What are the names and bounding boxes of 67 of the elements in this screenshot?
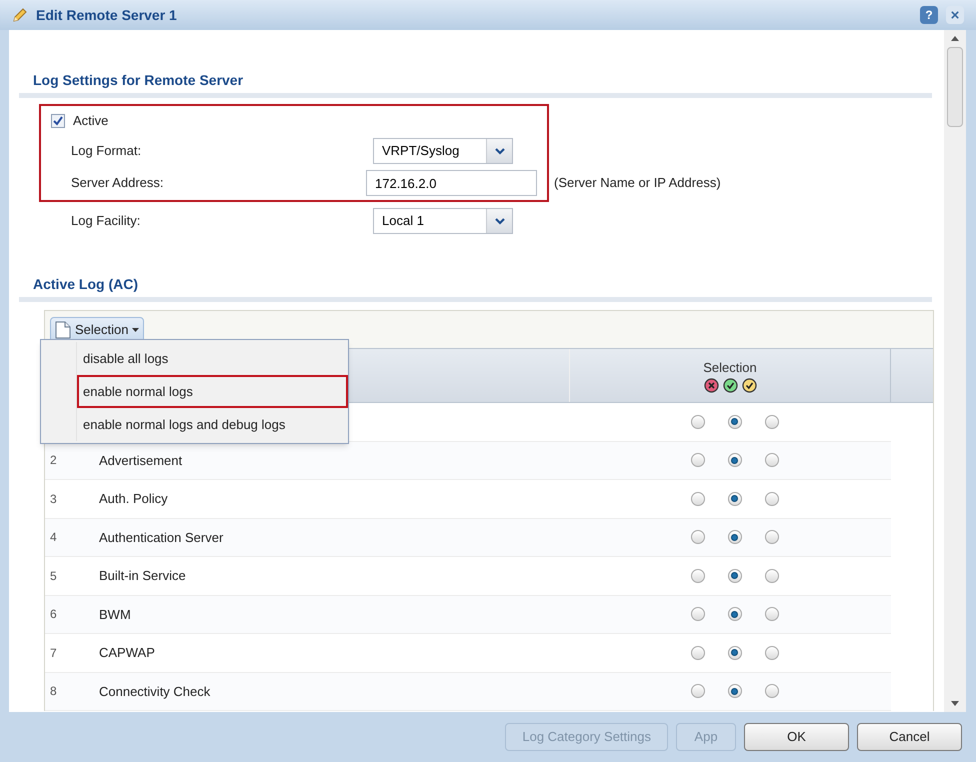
row-number: 6	[49, 606, 58, 624]
radio-button[interactable]	[728, 414, 742, 429]
radio-button[interactable]	[764, 568, 778, 583]
disable-icon	[704, 378, 718, 394]
category-name: Built-in Service	[99, 567, 187, 585]
menu-item[interactable]: disable all logs	[77, 342, 348, 375]
row-number: 7	[49, 644, 58, 662]
radio-button[interactable]	[728, 568, 742, 583]
menu-item[interactable]: enable normal logs	[77, 375, 348, 408]
field-label: Log Format:	[70, 142, 142, 160]
row-number: 2	[49, 452, 58, 470]
section-heading: Active Log (AC)	[19, 274, 932, 302]
radio-button[interactable]	[764, 453, 778, 468]
checkbox[interactable]	[51, 114, 65, 128]
row-number: 3	[49, 490, 58, 508]
menu-item[interactable]: enable normal logs and debug logs	[77, 408, 348, 441]
row-number: 5	[49, 568, 58, 585]
dialog-button[interactable]: OK	[744, 723, 849, 751]
radio-button[interactable]	[728, 607, 742, 622]
radio-button[interactable]	[690, 684, 704, 698]
field-hint: (Server Name or IP Address)	[554, 174, 721, 192]
log-facility-dropdown[interactable]: Local 1	[373, 208, 513, 234]
log-format-dropdown[interactable]: VRPT/Syslog	[373, 138, 513, 164]
radio-button[interactable]	[728, 492, 742, 506]
radio-button[interactable]	[690, 568, 704, 583]
field-label: Server Address:	[70, 174, 164, 192]
dialog-button[interactable]: Cancel	[857, 723, 962, 751]
check-icon	[722, 378, 738, 394]
section-heading: Log Settings for Remote Server	[19, 70, 932, 98]
radio-button[interactable]	[728, 646, 742, 660]
scroll-up-icon[interactable]	[951, 36, 959, 41]
server-address-field[interactable]: 172.16.2.0	[366, 170, 537, 196]
radio-button[interactable]	[690, 607, 704, 622]
scroll-down-icon[interactable]	[951, 701, 959, 706]
radio-button[interactable]	[764, 530, 778, 544]
caret-icon	[132, 328, 140, 332]
category-name: Advertisement	[99, 452, 184, 470]
radio-button[interactable]	[764, 492, 778, 506]
pencil-icon	[12, 7, 28, 23]
close-button[interactable]: ×	[946, 6, 964, 24]
radio-button[interactable]	[764, 684, 778, 698]
radio-button[interactable]	[764, 607, 778, 622]
field-label: Log Facility:	[70, 212, 142, 230]
category-name: CAPWAP	[99, 644, 156, 662]
radio-button[interactable]	[690, 646, 704, 660]
row-number: 4	[49, 529, 58, 546]
radio-button[interactable]	[764, 646, 778, 660]
category-name: Authentication Server	[99, 528, 224, 546]
radio-button[interactable]	[690, 453, 704, 468]
scrollbar[interactable]	[944, 30, 966, 712]
category-name: Auth. Policy	[99, 490, 169, 508]
row-number: 8	[49, 683, 58, 700]
category-name: Connectivity Check	[99, 682, 212, 701]
window-title: Edit Remote Server 1	[36, 6, 178, 24]
radio-button[interactable]	[690, 414, 704, 429]
radio-button[interactable]	[728, 530, 742, 544]
column-header: Selection	[703, 358, 757, 377]
radio-button[interactable]	[764, 414, 778, 429]
radio-button[interactable]	[690, 530, 704, 544]
field-label: Active	[73, 112, 108, 130]
help-button[interactable]: ?	[920, 6, 938, 24]
radio-button[interactable]	[728, 684, 742, 698]
radio-button[interactable]	[728, 453, 742, 468]
radio-button[interactable]	[690, 492, 704, 506]
scrollbar-thumb[interactable]	[947, 47, 963, 127]
debug-check-icon	[742, 378, 756, 394]
category-name: BWM	[99, 606, 132, 624]
